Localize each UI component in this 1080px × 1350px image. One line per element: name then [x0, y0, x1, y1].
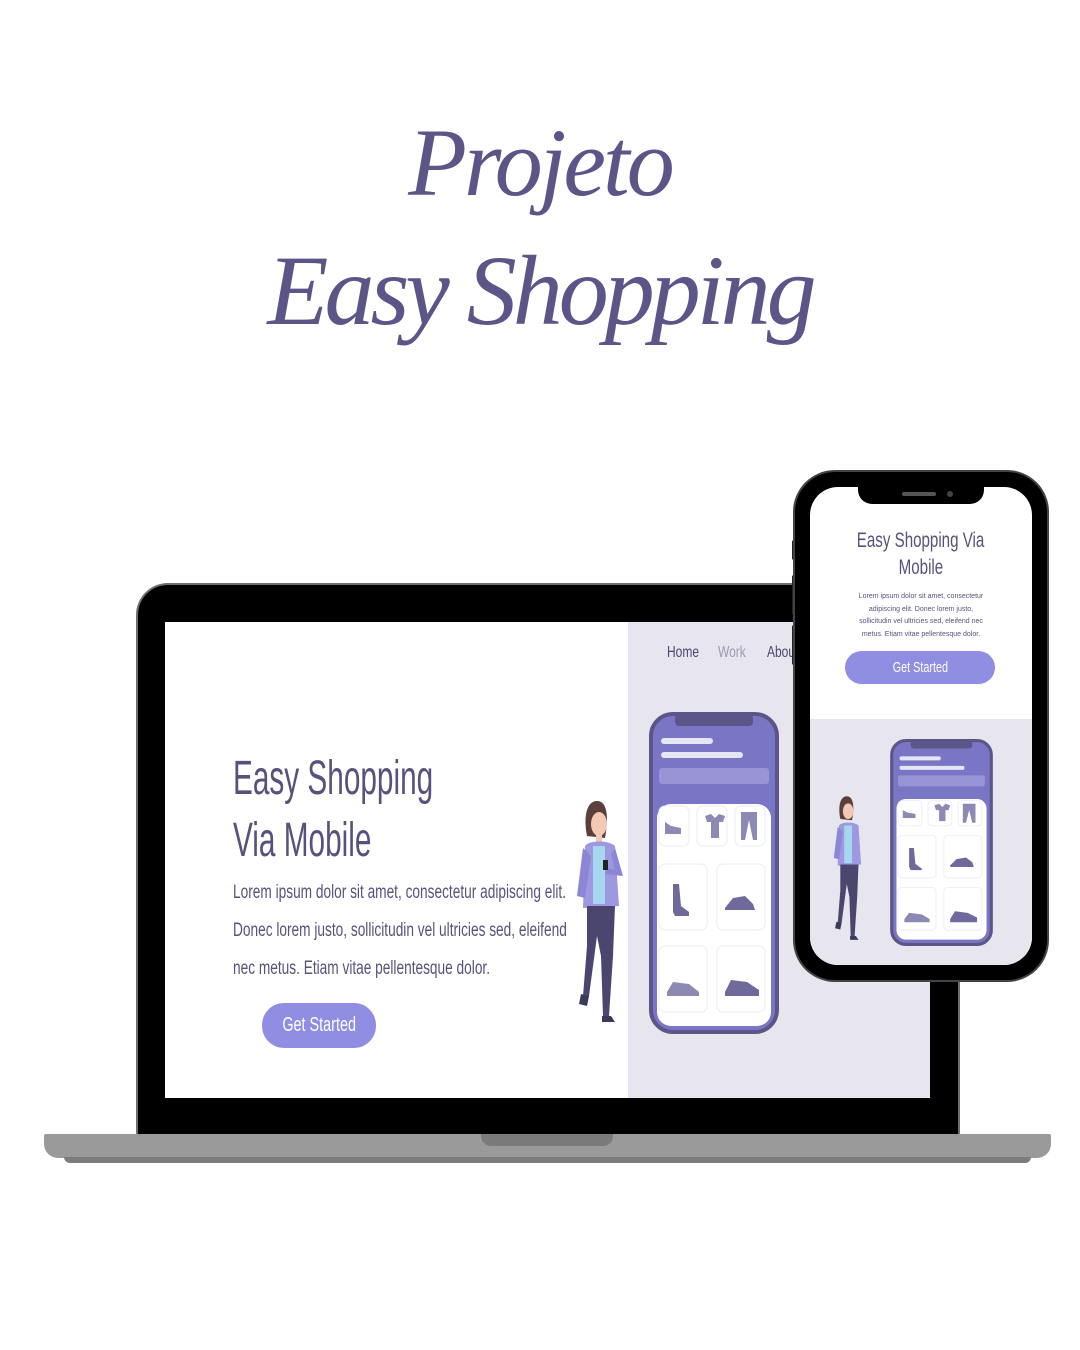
mobile-phone-illustration — [890, 739, 993, 946]
headline-line-2: Easy Shopping — [267, 235, 816, 346]
mobile-hero-title: Easy Shopping Via Mobile — [810, 527, 1032, 581]
nav-home[interactable]: Home — [667, 644, 699, 662]
desktop-body-line: Lorem ipsum dolor sit amet, consectetur … — [233, 882, 567, 903]
mobile-body-line: Lorem ipsum dolor sit amet, consectetur — [858, 593, 984, 600]
mobile-hero-body: Lorem ipsum dolor sit amet, consectetur … — [810, 591, 1032, 641]
mobile-body-line: adipiscing elit. Donec lorem justo, — [868, 605, 974, 613]
phone-speaker — [902, 492, 936, 496]
desktop-body-line: Donec lorem justo, sollicitudin vel ultr… — [233, 920, 567, 941]
mobile-body-line: sollicitudin vel ultricies sed, eleifend… — [859, 618, 983, 625]
mobile-illustration-panel — [810, 719, 1032, 965]
mobile-woman-illustration — [833, 796, 862, 940]
desktop-body-line: nec metus. Etiam vitae pellentesque dolo… — [233, 958, 491, 979]
desktop-hero-body: Lorem ipsum dolor sit amet, consectetur … — [233, 874, 593, 988]
phone-camera — [947, 491, 953, 497]
laptop-notch — [481, 1134, 613, 1146]
mobile-hero-title-line-2: Mobile — [898, 556, 944, 579]
headline-line-1: Projeto — [408, 109, 674, 216]
hero-phone-illustration — [649, 712, 779, 1034]
nav-work[interactable]: Work — [718, 644, 746, 662]
desktop-hero-title: Easy Shopping Via Mobile — [233, 748, 433, 872]
laptop-base-lip — [64, 1157, 1031, 1163]
mobile-website-screen: Easy Shopping Via Mobile Lorem ipsum dol… — [810, 487, 1032, 965]
desktop-hero-title-line-2: Via Mobile — [233, 814, 372, 867]
mobile-get-started-button[interactable]: Get Started — [845, 651, 995, 684]
woman-shopper-illustration — [577, 801, 623, 1022]
mobile-get-started-label: Get Started — [892, 659, 948, 676]
desktop-get-started-label: Get Started — [282, 1014, 356, 1036]
desktop-hero-title-line-1: Easy Shopping — [233, 752, 434, 805]
desktop-get-started-button[interactable]: Get Started — [262, 1003, 376, 1048]
mobile-body-line: metus. Etiam vitae pellentesque dolor. — [861, 630, 981, 638]
mobile-hero-title-line-1: Easy Shopping Via — [857, 529, 985, 552]
